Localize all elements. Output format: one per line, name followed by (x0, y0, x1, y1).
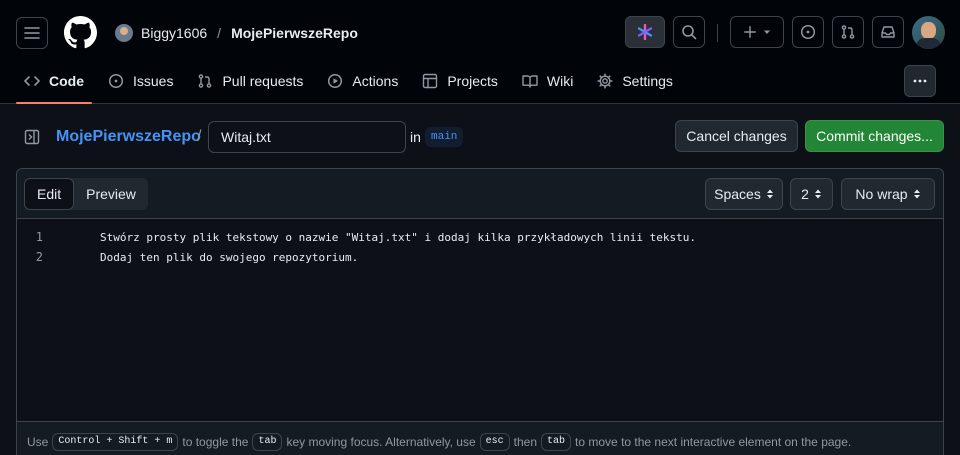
kebab-horizontal-icon (913, 79, 927, 83)
hint-text: Use (27, 434, 49, 449)
edit-preview-toggle: Edit Preview (24, 178, 148, 210)
indent-mode-select[interactable]: Spaces (705, 178, 783, 210)
search-icon (682, 25, 697, 40)
tab-settings[interactable]: Settings (589, 62, 681, 100)
tab-label: Wiki (546, 73, 574, 89)
table-icon (422, 73, 438, 89)
your-pull-requests-button[interactable] (832, 16, 864, 48)
more-options-button[interactable] (904, 65, 936, 97)
sort-arrows-icon (913, 189, 920, 199)
pull-request-icon (197, 73, 213, 89)
tab-wiki[interactable]: Wiki (514, 62, 581, 100)
indent-mode-value: Spaces (714, 186, 761, 202)
tab-code[interactable]: Code (16, 62, 92, 104)
issue-circle-icon (108, 73, 124, 89)
expand-file-tree-button[interactable] (16, 125, 48, 149)
line-text: Stwórz prosty plik tekstowy o nazwie "Wi… (100, 230, 697, 244)
play-icon (327, 73, 343, 89)
owner-link[interactable]: Biggy1606 (141, 25, 207, 41)
sort-arrows-icon (766, 189, 773, 199)
inbox-icon (881, 26, 895, 38)
git-pull-request-icon (841, 25, 855, 39)
filename-input[interactable] (208, 121, 406, 153)
kbd-shortcut: Control + Shift + m (52, 432, 179, 451)
code-icon (24, 73, 40, 89)
kbd-esc: esc (479, 432, 510, 451)
your-issues-button[interactable] (792, 16, 824, 48)
hint-text: to toggle the (182, 434, 249, 449)
breadcrumb-repo-link[interactable]: MojePierwszeRepo (56, 128, 201, 146)
repo-link[interactable]: MojePierwszeRepo (231, 25, 358, 41)
commit-changes-button[interactable]: Commit changes... (805, 120, 944, 152)
wrap-mode-select[interactable]: No wrap (841, 178, 935, 210)
indent-size-value: 2 (801, 186, 809, 202)
line-number: 1 (35, 230, 43, 244)
sort-arrows-icon (814, 189, 821, 199)
plus-icon (744, 26, 756, 38)
tab-pull-requests[interactable]: Pull requests (189, 62, 311, 100)
tab-label: Issues (133, 73, 174, 89)
editor-header: Edit Preview Spaces 2 No wrap (17, 169, 943, 219)
repo-nav-tabs: Code Issues Pull requests Actions Projec… (16, 62, 689, 104)
user-avatar[interactable] (912, 16, 945, 49)
owner-avatar[interactable] (115, 24, 133, 42)
book-icon (522, 73, 538, 89)
hint-text: then (513, 434, 538, 449)
kbd-tab: tab (252, 432, 283, 451)
file-editor: Edit Preview Spaces 2 No wrap 1 Stwórz p… (16, 168, 944, 455)
tab-issues[interactable]: Issues (100, 62, 181, 100)
path-separator: / (197, 128, 202, 145)
hint-text: to move to the next interactive element … (575, 434, 852, 449)
tab-projects[interactable]: Projects (414, 62, 506, 100)
tab-actions[interactable]: Actions (319, 62, 406, 100)
create-new-button[interactable] (730, 16, 784, 48)
notifications-button[interactable] (872, 16, 904, 48)
issue-opened-icon (800, 24, 816, 40)
triangle-down-icon (764, 30, 770, 34)
tab-edit[interactable]: Edit (24, 178, 75, 210)
code-area[interactable]: 1 Stwórz prosty plik tekstowy o nazwie "… (17, 227, 943, 267)
file-edit-toolbar: MojePierwszeRepo / in main Cancel change… (16, 120, 944, 154)
keyboard-hint-footer: Use Control + Shift + m to toggle the ta… (17, 421, 943, 455)
code-line: 2 Dodaj ten plik do swojego repozytorium… (17, 247, 943, 267)
header-divider (717, 24, 718, 42)
repo-context-breadcrumb: Biggy1606 / MojePierwszeRepo (115, 22, 358, 44)
sidebar-expand-icon (24, 129, 40, 145)
tab-label: Actions (352, 73, 399, 89)
code-line: 1 Stwórz prosty plik tekstowy o nazwie "… (17, 227, 943, 247)
wrap-mode-value: No wrap (855, 186, 908, 202)
tab-preview[interactable]: Preview (74, 178, 148, 210)
indent-size-select[interactable]: 2 (790, 178, 833, 210)
global-header: Biggy1606 / MojePierwszeRepo Code Issues (0, 0, 960, 104)
line-text: Dodaj ten plik do swojego repozytorium. (100, 250, 359, 264)
hint-text: key moving focus. Alternatively, use (286, 434, 476, 449)
cancel-changes-button[interactable]: Cancel changes (675, 120, 798, 152)
branch-label: main (425, 127, 464, 147)
hamburger-icon (24, 27, 40, 39)
github-logo-icon[interactable] (64, 16, 97, 49)
in-label: in (410, 129, 421, 145)
breadcrumb-separator: / (217, 25, 222, 41)
menu-button[interactable] (16, 17, 48, 49)
copilot-button[interactable] (625, 16, 665, 48)
tab-label: Settings (622, 73, 673, 89)
line-number: 2 (35, 250, 43, 264)
tab-label: Projects (447, 73, 498, 89)
tab-label: Pull requests (222, 73, 304, 89)
tab-label: Code (49, 73, 84, 89)
copilot-sparkle-icon (637, 24, 653, 40)
search-button[interactable] (673, 16, 705, 48)
gear-icon (597, 73, 613, 89)
kbd-tab: tab (541, 432, 572, 451)
